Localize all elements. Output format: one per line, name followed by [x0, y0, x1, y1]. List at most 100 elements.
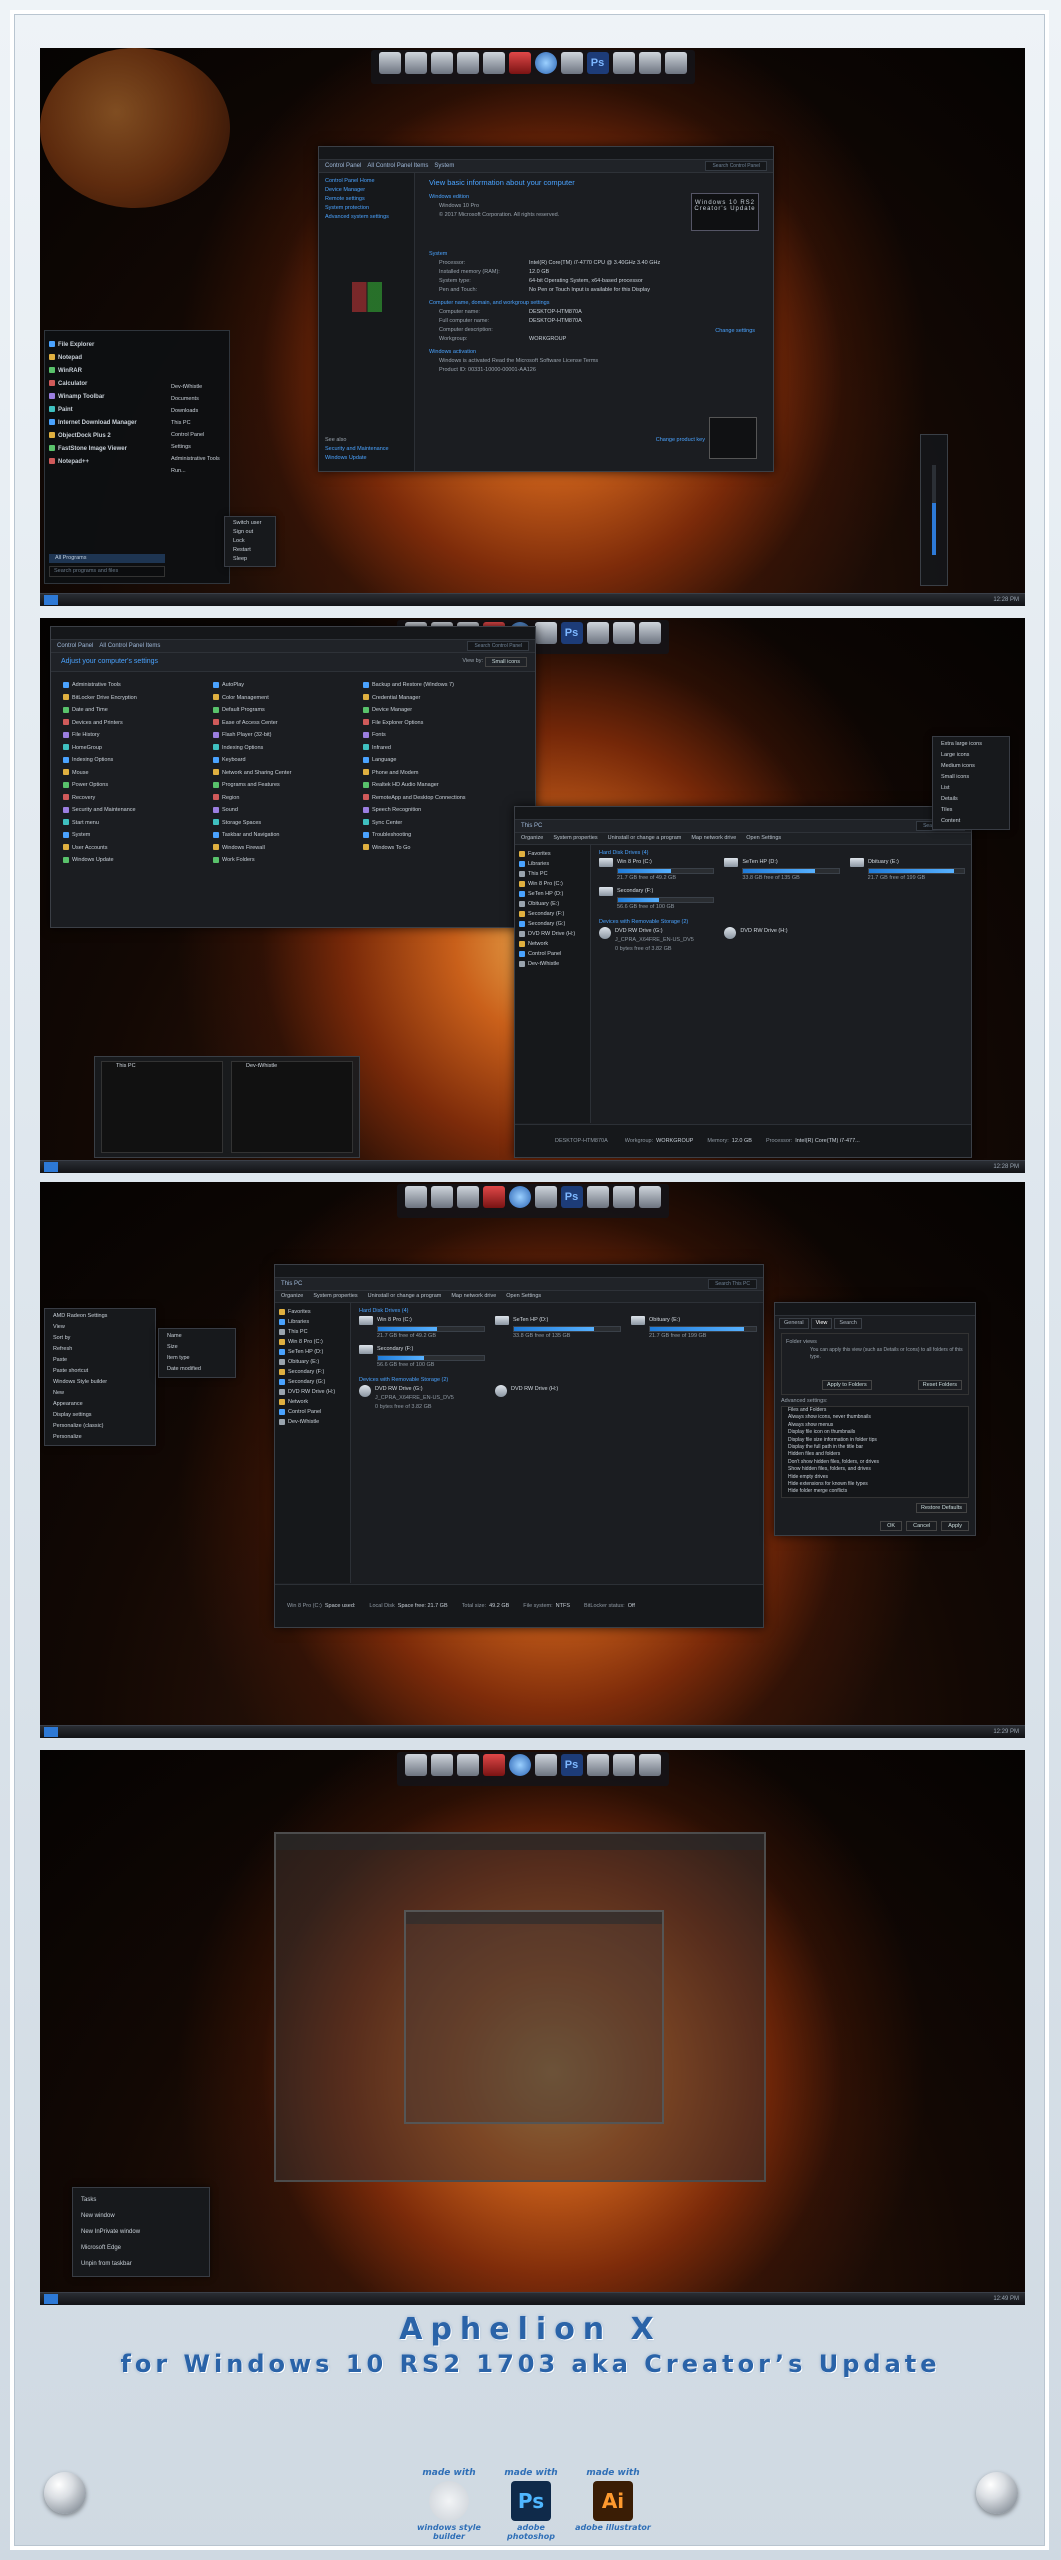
jump-list-item[interactable]: Unpin from taskbar: [73, 2256, 209, 2272]
advanced-setting[interactable]: Display file icon on thumbnails: [782, 1429, 968, 1436]
start-pinned-item[interactable]: Winamp Toolbar: [49, 391, 165, 404]
dialog-button[interactable]: Cancel: [906, 1521, 938, 1531]
view-menu-item[interactable]: Small icons: [933, 772, 1009, 783]
context-menu-item[interactable]: Paste shortcut: [45, 1366, 155, 1377]
cp-item[interactable]: Region: [213, 792, 363, 805]
apply-to-folders-button[interactable]: Apply to Folders: [822, 1380, 872, 1390]
dock-icon[interactable]: [586, 1754, 609, 1776]
nav-item[interactable]: Obituary (E:): [519, 899, 586, 909]
cp-item[interactable]: Indexing Options: [213, 742, 363, 755]
context-menu-item[interactable]: New: [45, 1388, 155, 1399]
view-menu-item[interactable]: List: [933, 783, 1009, 794]
start-button[interactable]: [44, 2294, 58, 2304]
change-key-link[interactable]: Change product key: [656, 436, 705, 445]
ribbon-command[interactable]: System properties: [313, 1291, 357, 1302]
view-menu-item[interactable]: Medium icons: [933, 761, 1009, 772]
nav-item[interactable]: Libraries: [279, 1317, 346, 1327]
cp-item[interactable]: HomeGroup: [63, 742, 213, 755]
power-menu-item[interactable]: Switch user: [225, 519, 275, 528]
cp-item[interactable]: User Accounts: [63, 842, 213, 855]
context-menu-item[interactable]: Sort by: [45, 1333, 155, 1344]
start-right-item[interactable]: Settings: [171, 441, 225, 453]
dock-icon[interactable]: [612, 1186, 635, 1208]
power-menu-item[interactable]: Lock: [225, 537, 275, 546]
dock-icon[interactable]: [664, 52, 687, 74]
start-pinned-item[interactable]: Notepad++: [49, 456, 165, 469]
dock-icon[interactable]: [586, 622, 609, 644]
dock-icon[interactable]: [456, 1186, 479, 1208]
cp-item[interactable]: BitLocker Drive Encryption: [63, 692, 213, 705]
cp-item[interactable]: Power Options: [63, 779, 213, 792]
nav-item[interactable]: Network: [279, 1397, 346, 1407]
cp-item[interactable]: Language: [363, 754, 533, 767]
drive-tile[interactable]: Win 8 Pro (C:) 21.7 GB free of 49.2 GB: [599, 858, 715, 883]
power-menu-item[interactable]: Restart: [225, 546, 275, 555]
submenu-item[interactable]: Item type: [159, 1353, 235, 1364]
cp-item[interactable]: Administrative Tools: [63, 679, 213, 692]
start-right-item[interactable]: Downloads: [171, 405, 225, 417]
photoshop-icon[interactable]: Ps: [560, 1186, 583, 1208]
nav-item[interactable]: Network: [519, 939, 586, 949]
cp-item[interactable]: Indexing Options: [63, 754, 213, 767]
view-menu-item[interactable]: Details: [933, 794, 1009, 805]
breadcrumb-3[interactable]: System: [434, 163, 454, 169]
address-bar[interactable]: Control Panel All Control Panel Items Se…: [51, 640, 535, 653]
dock-icon[interactable]: [612, 1754, 635, 1776]
view-menu-item[interactable]: Extra large icons: [933, 739, 1009, 750]
advanced-setting[interactable]: Always show menus: [782, 1422, 968, 1429]
dock-icon[interactable]: [482, 1754, 505, 1776]
nav-item[interactable]: Control Panel: [279, 1407, 346, 1417]
advanced-setting[interactable]: Hidden files and folders: [782, 1451, 968, 1458]
dock-icon[interactable]: [430, 1186, 453, 1208]
cp-item[interactable]: Programs and Features: [213, 779, 363, 792]
breadcrumb-2[interactable]: All Control Panel Items: [99, 643, 160, 649]
link-remote-settings[interactable]: Remote settings: [325, 195, 408, 204]
drive-tile[interactable]: Secondary (F:) 56.6 GB free of 100 GB: [599, 887, 715, 912]
start-button[interactable]: [44, 1162, 58, 1172]
jump-list-item[interactable]: Microsoft Edge: [73, 2240, 209, 2256]
drive-tile[interactable]: Secondary (F:) 56.6 GB free of 100 GB: [359, 1345, 485, 1370]
cp-item[interactable]: Troubleshooting: [363, 829, 533, 842]
dock-icon[interactable]: [638, 1186, 661, 1208]
start-right-item[interactable]: Dev-tWhistle: [171, 381, 225, 393]
advanced-setting[interactable]: Hide folder merge conflicts: [782, 1488, 968, 1495]
cp-item[interactable]: AutoPlay: [213, 679, 363, 692]
link-security[interactable]: Security and Maintenance: [325, 445, 389, 454]
dock-icon[interactable]: [612, 52, 635, 74]
thumb-title-this-pc[interactable]: This PC: [102, 1062, 222, 1071]
breadcrumb-2[interactable]: All Control Panel Items: [367, 163, 428, 169]
address-bar[interactable]: Control Panel All Control Panel Items Sy…: [319, 160, 773, 173]
cp-item[interactable]: Speech Recognition: [363, 804, 533, 817]
breadcrumb-this-pc[interactable]: This PC: [521, 823, 542, 829]
dock-icon[interactable]: [534, 1186, 557, 1208]
cp-item[interactable]: Security and Maintenance: [63, 804, 213, 817]
volume-slider[interactable]: [920, 434, 948, 586]
drive-tile[interactable]: SeTen HP (D:) 33.8 GB free of 135 GB: [724, 858, 840, 883]
advanced-setting[interactable]: Hide extensions for known file types: [782, 1481, 968, 1488]
dialog-tab[interactable]: Search: [834, 1318, 862, 1329]
start-pinned-item[interactable]: FastStone Image Viewer: [49, 443, 165, 456]
context-menu-item[interactable]: View: [45, 1322, 155, 1333]
advanced-setting[interactable]: Don't show hidden files, folders, or dri…: [782, 1459, 968, 1466]
view-by-select[interactable]: Small icons: [484, 657, 527, 667]
advanced-setting[interactable]: Display the full path in the title bar: [782, 1444, 968, 1451]
start-button[interactable]: [44, 595, 58, 605]
dock-icon[interactable]: [560, 52, 583, 74]
nav-item[interactable]: Win 8 Pro (C:): [279, 1337, 346, 1347]
cp-item[interactable]: System: [63, 829, 213, 842]
nav-item[interactable]: SeTen HP (D:): [279, 1347, 346, 1357]
start-pinned-item[interactable]: ObjectDock Plus 2: [49, 430, 165, 443]
submenu-item[interactable]: Size: [159, 1342, 235, 1353]
search-input[interactable]: Search Control Panel: [705, 161, 767, 171]
cp-item[interactable]: Backup and Restore (Windows 7): [363, 679, 533, 692]
window-titlebar[interactable]: [51, 627, 535, 640]
thumb-title-user[interactable]: Dev-tWhistle: [232, 1062, 352, 1071]
cp-item[interactable]: File Explorer Options: [363, 717, 533, 730]
breadcrumb-1[interactable]: Control Panel: [57, 643, 93, 649]
dock-icon[interactable]: [508, 1754, 531, 1776]
window-titlebar[interactable]: [319, 147, 773, 160]
context-menu-item[interactable]: AMD Radeon Settings: [45, 1311, 155, 1322]
link-system-protection[interactable]: System protection: [325, 204, 408, 213]
context-menu-item[interactable]: Appearance: [45, 1399, 155, 1410]
dock-icon[interactable]: [404, 1754, 427, 1776]
